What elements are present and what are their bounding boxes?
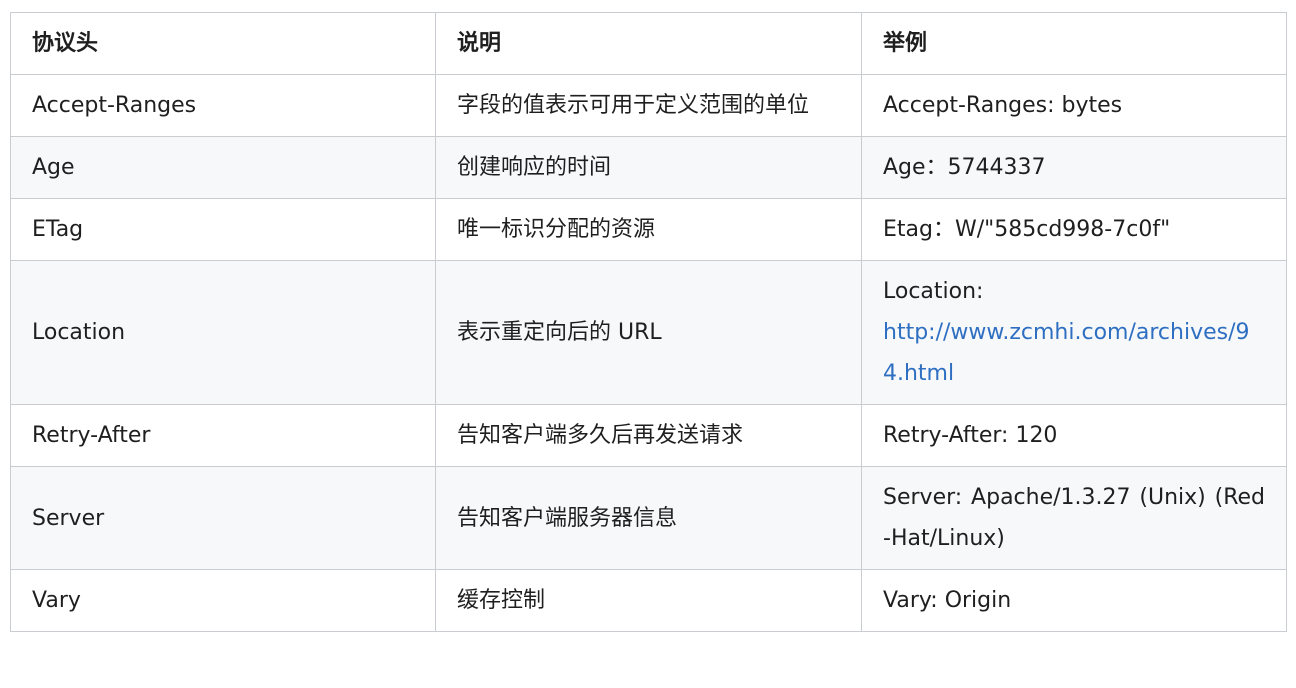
table-body: Accept-Ranges 字段的值表示可用于定义范围的单位 Accept-Ra…	[10, 74, 1287, 632]
cell-example: Location: http://www.zcmhi.com/archives/9…	[861, 260, 1287, 405]
table-row: Retry-After 告知客户端多久后再发送请求 Retry-After: 1…	[10, 404, 1287, 467]
cell-description: 缓存控制	[435, 569, 862, 632]
table-header-row: 协议头 说明 举例	[10, 12, 1287, 75]
table-row: Server 告知客户端服务器信息 Server: Apache/1.3.27 …	[10, 466, 1287, 570]
cell-description: 表示重定向后的 URL	[435, 260, 862, 405]
table-head: 协议头 说明 举例	[10, 12, 1287, 75]
table-row: ETag 唯一标识分配的资源 Etag：W/"585cd998-7c0f"	[10, 198, 1287, 261]
cell-description: 告知客户端多久后再发送请求	[435, 404, 862, 467]
table-row: Vary 缓存控制 Vary: Origin	[10, 569, 1287, 632]
cell-protocol-header: Server	[10, 466, 436, 570]
example-prefix: Location:	[883, 279, 984, 304]
table-row: Location 表示重定向后的 URL Location: http://www…	[10, 260, 1287, 405]
cell-example: Accept-Ranges: bytes	[861, 74, 1287, 137]
table-row: Age 创建响应的时间 Age：5744337	[10, 136, 1287, 199]
cell-example: Retry-After: 120	[861, 404, 1287, 467]
table-row: Accept-Ranges 字段的值表示可用于定义范围的单位 Accept-Ra…	[10, 74, 1287, 137]
cell-example: Etag：W/"585cd998-7c0f"	[861, 198, 1287, 261]
cell-example: Vary: Origin	[861, 569, 1287, 632]
cell-example: Age：5744337	[861, 136, 1287, 199]
column-header-description: 说明	[435, 12, 862, 75]
cell-protocol-header: Retry-After	[10, 404, 436, 467]
cell-protocol-header: Accept-Ranges	[10, 74, 436, 137]
cell-example: Server: Apache/1.3.27 (Unix) (Red-Hat/Li…	[861, 466, 1287, 570]
column-header-example: 举例	[861, 12, 1287, 75]
cell-description: 字段的值表示可用于定义范围的单位	[435, 74, 862, 137]
cell-description: 唯一标识分配的资源	[435, 198, 862, 261]
cell-protocol-header: ETag	[10, 198, 436, 261]
cell-protocol-header: Age	[10, 136, 436, 199]
location-url-link[interactable]: http://www.zcmhi.com/archives/94.html	[883, 320, 1250, 386]
cell-description: 创建响应的时间	[435, 136, 862, 199]
column-header-protocol-header: 协议头	[10, 12, 436, 75]
cell-description: 告知客户端服务器信息	[435, 466, 862, 570]
http-response-headers-table: 协议头 说明 举例 Accept-Ranges 字段的值表示可用于定义范围的单位…	[10, 12, 1287, 632]
http-response-headers-table-container: 协议头 说明 举例 Accept-Ranges 字段的值表示可用于定义范围的单位…	[10, 12, 1287, 632]
cell-protocol-header: Vary	[10, 569, 436, 632]
cell-protocol-header: Location	[10, 260, 436, 405]
